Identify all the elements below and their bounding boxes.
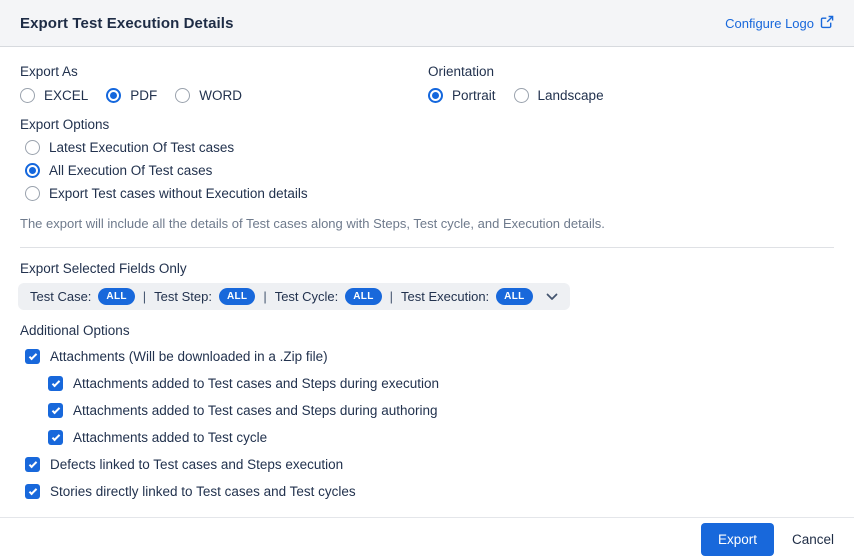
export-options-label: Export Options: [20, 117, 110, 132]
export-note: The export will include all the details …: [20, 216, 605, 231]
radio-label: PDF: [130, 87, 158, 103]
checkbox-checked-icon: [25, 457, 40, 472]
checkbox-label: Attachments added to Test cases and Step…: [73, 403, 438, 418]
checkbox-checked-icon: [25, 484, 40, 499]
external-link-icon: [820, 15, 834, 32]
dialog-body: Export As EXCEL PDF WORD Orientation Por…: [0, 64, 854, 500]
selected-fields-label: Export Selected Fields Only: [20, 261, 187, 276]
field-test-step: Test Step: ALL: [154, 288, 256, 305]
radio-option-latest-execution[interactable]: Latest Execution Of Test cases: [25, 140, 834, 155]
check-icon: [51, 432, 60, 441]
checkbox-attachments-authoring[interactable]: Attachments added to Test cases and Step…: [48, 402, 834, 419]
check-icon: [28, 459, 37, 468]
radio-icon: [513, 87, 529, 103]
checkbox-checked-icon: [48, 403, 63, 418]
radio-label: WORD: [199, 87, 243, 103]
radio-option-portrait[interactable]: Portrait: [428, 87, 496, 103]
export-as-group: Export As EXCEL PDF WORD: [20, 64, 428, 104]
checkbox-checked-icon: [48, 376, 63, 391]
checkbox-attachments-test-cycle[interactable]: Attachments added to Test cycle: [48, 429, 834, 446]
field-name: Test Case:: [30, 289, 92, 304]
field-test-case: Test Case: ALL: [30, 288, 135, 305]
additional-options-group: Additional Options Attachments (Will be …: [20, 323, 834, 500]
radio-icon: [175, 87, 191, 103]
radio-option-word[interactable]: WORD: [175, 87, 243, 103]
radio-label: Latest Execution Of Test cases: [49, 140, 235, 155]
field-separator: |: [142, 289, 147, 304]
chevron-down-icon: [546, 293, 558, 301]
checkbox-attachments[interactable]: Attachments (Will be downloaded in a .Zi…: [25, 348, 834, 365]
radio-option-all-execution[interactable]: All Execution Of Test cases: [25, 163, 834, 178]
check-icon: [28, 351, 37, 360]
dialog-footer: Export Cancel: [0, 517, 854, 560]
field-value-badge: ALL: [345, 288, 382, 305]
radio-label: All Execution Of Test cases: [49, 163, 213, 178]
checkbox-label: Attachments (Will be downloaded in a .Zi…: [50, 349, 328, 364]
field-value-badge: ALL: [98, 288, 135, 305]
checkbox-stories-linked[interactable]: Stories directly linked to Test cases an…: [25, 483, 834, 500]
radio-icon: [20, 87, 35, 103]
field-test-cycle: Test Cycle: ALL: [275, 288, 382, 305]
cancel-button[interactable]: Cancel: [792, 532, 834, 547]
orientation-label: Orientation: [428, 64, 495, 79]
radio-option-without-execution[interactable]: Export Test cases without Execution deta…: [25, 186, 834, 201]
radio-label: Landscape: [537, 87, 604, 103]
dialog-title: Export Test Execution Details: [20, 14, 234, 32]
field-value-badge: ALL: [496, 288, 533, 305]
radio-option-excel[interactable]: EXCEL: [20, 87, 89, 103]
radio-selected-icon: [25, 163, 40, 178]
radio-label: Portrait: [452, 87, 496, 103]
section-divider: [20, 247, 834, 248]
checkbox-attachments-execution[interactable]: Attachments added to Test cases and Step…: [48, 375, 834, 392]
field-name: Test Step:: [154, 289, 212, 304]
field-value-badge: ALL: [218, 288, 256, 305]
configure-logo-link[interactable]: Configure Logo: [725, 15, 834, 32]
field-separator: |: [389, 289, 394, 304]
checkbox-checked-icon: [48, 430, 63, 445]
selected-fields-group: Export Selected Fields Only Test Case: A…: [18, 261, 834, 310]
checkbox-label: Stories directly linked to Test cases an…: [50, 484, 356, 499]
field-name: Test Execution:: [401, 289, 490, 304]
check-icon: [28, 486, 37, 495]
checkbox-label: Attachments added to Test cycle: [73, 430, 268, 445]
configure-logo-label: Configure Logo: [725, 15, 814, 31]
radio-label: EXCEL: [44, 87, 89, 103]
export-button[interactable]: Export: [700, 522, 774, 556]
radio-option-pdf[interactable]: PDF: [106, 87, 158, 103]
field-name: Test Cycle:: [274, 289, 339, 304]
checkbox-label: Defects linked to Test cases and Steps e…: [50, 457, 344, 472]
orientation-group: Orientation Portrait Landscape: [428, 64, 604, 104]
checkbox-defects-linked[interactable]: Defects linked to Test cases and Steps e…: [25, 456, 834, 473]
field-separator: |: [263, 289, 267, 304]
radio-selected-icon: [428, 87, 443, 103]
radio-selected-icon: [106, 87, 122, 103]
radio-icon: [25, 186, 40, 201]
radio-icon: [25, 140, 40, 155]
export-as-label: Export As: [20, 64, 78, 79]
field-test-execution: Test Execution: ALL: [401, 288, 533, 305]
dialog-header: Export Test Execution Details Configure …: [0, 0, 854, 47]
check-icon: [51, 378, 60, 387]
radio-option-landscape[interactable]: Landscape: [513, 87, 604, 103]
checkbox-label: Attachments added to Test cases and Step…: [73, 376, 439, 391]
check-icon: [51, 405, 60, 414]
export-options-group: Export Options Latest Execution Of Test …: [20, 117, 834, 201]
checkbox-checked-icon: [25, 349, 40, 364]
additional-options-label: Additional Options: [20, 323, 130, 338]
export-dialog: Export Test Execution Details Configure …: [0, 0, 854, 560]
fields-summary-dropdown[interactable]: Test Case: ALL | Test Step: ALL | Test C…: [18, 283, 570, 310]
radio-label: Export Test cases without Execution deta…: [49, 186, 308, 201]
